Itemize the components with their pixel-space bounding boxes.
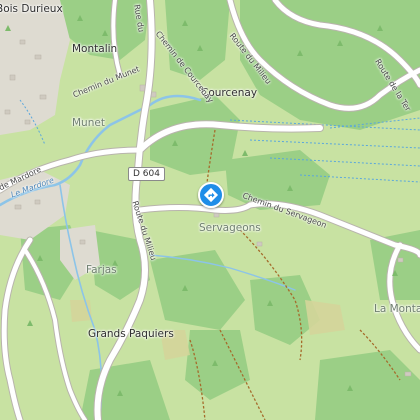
place-label-servageons: Servageons xyxy=(199,222,261,234)
map-base-layer xyxy=(0,0,420,420)
place-label-bois-durieux: Bois Durieux xyxy=(0,3,63,15)
road-shield-d604: D 604 xyxy=(128,167,165,181)
place-label-grands-paquiers: Grands Paquiers xyxy=(88,328,174,340)
map-canvas[interactable]: Bois Durieux Montalin Munet Courcenay Se… xyxy=(0,0,420,420)
location-marker[interactable] xyxy=(198,182,224,208)
place-label-farjas: Farjas xyxy=(86,264,117,276)
place-label-munet: Munet xyxy=(72,117,105,129)
directions-diamond-icon xyxy=(203,187,219,203)
place-label-montalin: Montalin xyxy=(72,43,118,55)
place-label-la-monta: La Monta xyxy=(374,303,420,315)
